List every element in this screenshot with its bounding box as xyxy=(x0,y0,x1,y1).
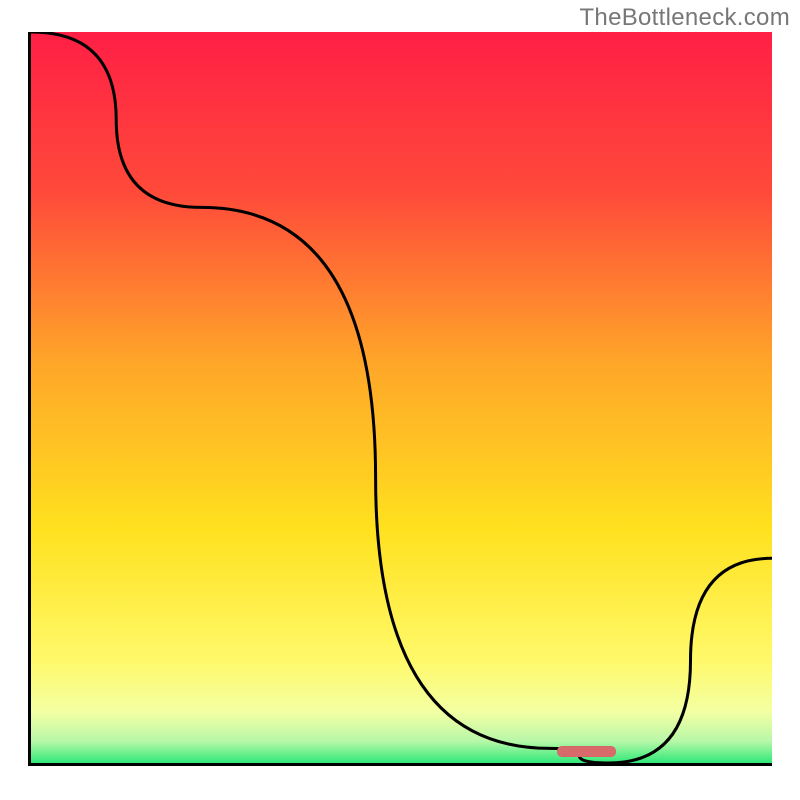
plot-area xyxy=(28,32,772,766)
watermark-text: TheBottleneck.com xyxy=(579,4,790,32)
curve-svg xyxy=(31,32,772,763)
chart-frame: TheBottleneck.com xyxy=(0,0,800,800)
optimal-range-marker xyxy=(557,746,616,757)
